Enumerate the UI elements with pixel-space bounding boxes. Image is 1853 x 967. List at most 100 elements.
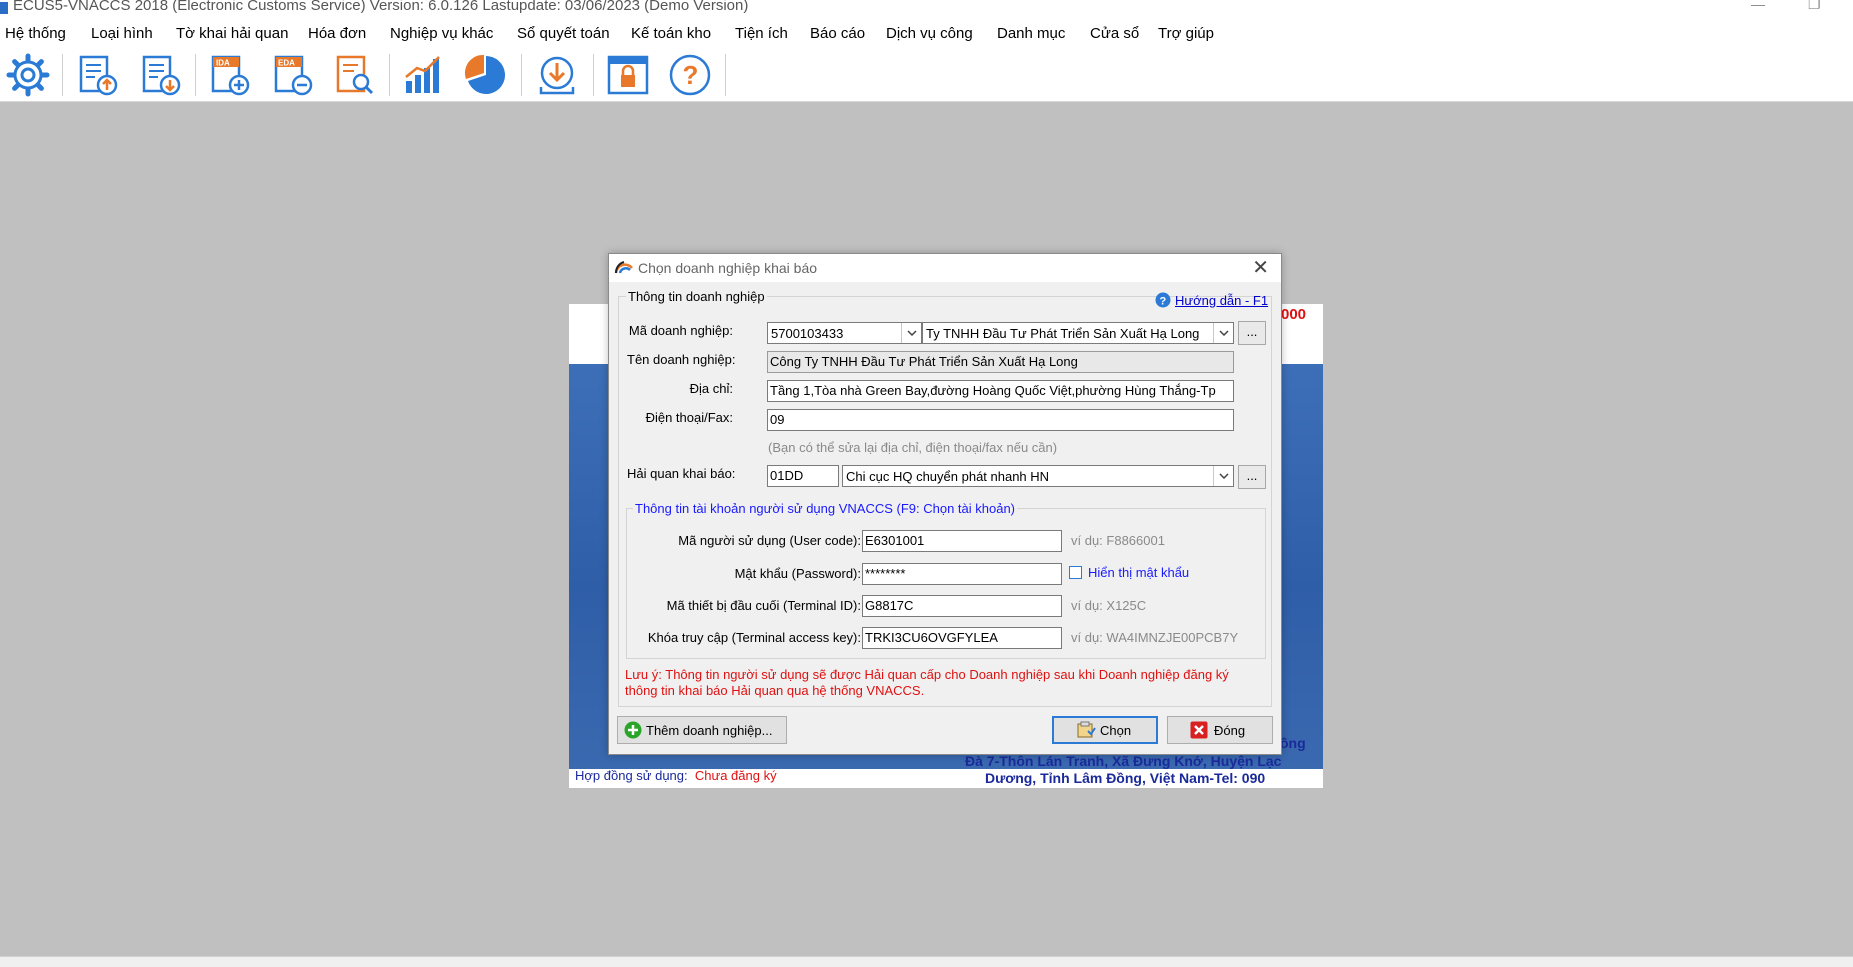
- account-group-label: Thông tin tài khoản người sử dụng VNACCS…: [633, 501, 1018, 516]
- chevron-down-icon[interactable]: [901, 323, 921, 343]
- menu-nghiep-vu-khac[interactable]: Nghiệp vụ khác: [390, 25, 493, 42]
- note-line1: Lưu ý: Thông tin người sử dụng sẽ được H…: [625, 667, 1229, 682]
- menu-bao-cao[interactable]: Báo cáo: [810, 25, 865, 42]
- taskbar-strip: [0, 956, 1853, 967]
- eda-label: EDA: [278, 59, 295, 68]
- pie-chart-icon[interactable]: [462, 52, 510, 98]
- add-company-label: Thêm doanh nghiệp...: [646, 722, 773, 738]
- upload-document-icon[interactable]: [73, 52, 121, 98]
- info-icon: ?: [1155, 292, 1171, 308]
- user-code-field[interactable]: E6301001: [862, 530, 1062, 552]
- menu-cua-so[interactable]: Cửa sổ: [1090, 25, 1139, 42]
- close-button[interactable]: Đóng: [1167, 716, 1273, 744]
- chevron-down-icon[interactable]: [1213, 466, 1233, 486]
- download-icon[interactable]: [533, 52, 581, 98]
- close-label: Đóng: [1214, 722, 1246, 738]
- svg-text:?: ?: [1160, 296, 1167, 308]
- customs-office-label: Hải quan khai báo:: [627, 466, 736, 481]
- menu-loai-hinh[interactable]: Loại hình: [91, 25, 153, 42]
- splash-fragment-year: 18: [1285, 340, 1308, 362]
- close-icon[interactable]: ✕: [1252, 255, 1269, 280]
- registration-note: Lưu ý: Thông tin người sử dụng sẽ được H…: [625, 667, 1229, 699]
- company-code-combo[interactable]: 5700103433: [767, 322, 922, 344]
- company-name-field[interactable]: Công Ty TNHH Đầu Tư Phát Triển Sản Xuất …: [767, 351, 1234, 373]
- terminal-id-label: Mã thiết bị đầu cuối (Terminal ID):: [666, 598, 861, 613]
- dialog-app-icon: [614, 260, 634, 277]
- company-browse-button[interactable]: ...: [1238, 321, 1266, 345]
- restore-icon[interactable]: ❐: [1808, 0, 1821, 13]
- splash-address-line2: Dương, Tỉnh Lâm Đồng, Việt Nam-Tel: 090: [985, 770, 1266, 786]
- customs-browse-button[interactable]: ...: [1238, 465, 1266, 489]
- customs-office-combo[interactable]: Chi cục HQ chuyển phát nhanh HN: [842, 465, 1234, 487]
- bar-chart-icon[interactable]: [399, 52, 447, 98]
- menu-to-khai-hai-quan[interactable]: Tờ khai hải quan: [176, 25, 288, 42]
- access-key-field[interactable]: TRKI3CU6OVGFYLEA: [862, 627, 1062, 649]
- note-line2: thông tin khai báo Hải quan qua hệ thống…: [625, 683, 925, 698]
- eda-remove-icon[interactable]: EDA: [268, 52, 316, 98]
- ida-add-icon[interactable]: IDA: [205, 52, 253, 98]
- customs-office-value: Chi cục HQ chuyển phát nhanh HN: [846, 469, 1050, 484]
- choose-icon: [1077, 721, 1096, 738]
- access-key-label: Khóa truy cập (Terminal access key):: [647, 630, 861, 645]
- menu-tien-ich[interactable]: Tiện ích: [735, 25, 788, 42]
- company-select-value: Ty TNHH Đầu Tư Phát Triển Sản Xuất Hạ Lo…: [926, 326, 1200, 341]
- splash-address-line1: Đà 7-Thôn Lán Tranh, Xã Đưng Knớ, Huyện …: [965, 753, 1282, 769]
- company-name-label: Tên doanh nghiệp:: [627, 352, 736, 367]
- user-code-label: Mã người sử dụng (User code):: [678, 533, 861, 548]
- choose-button[interactable]: Chọn: [1052, 716, 1158, 744]
- menu-bar: Hệ thống Loại hình Tờ khai hải quan Hóa …: [0, 18, 1853, 48]
- menu-he-thong[interactable]: Hệ thống: [5, 25, 66, 42]
- terminal-id-field[interactable]: G8817C: [862, 595, 1062, 617]
- help-link[interactable]: ? Hướng dẫn - F1: [1155, 292, 1268, 308]
- menu-danh-muc[interactable]: Danh mục: [997, 25, 1065, 42]
- close-x-icon: [1190, 721, 1208, 739]
- toolbar: IDA EDA ?: [0, 48, 1853, 102]
- menu-hoa-don[interactable]: Hóa đơn: [308, 25, 366, 42]
- company-select-combo[interactable]: Ty TNHH Đầu Tư Phát Triển Sản Xuất Hạ Lo…: [922, 322, 1234, 344]
- phone-fax-field[interactable]: 09: [767, 409, 1234, 431]
- menu-tro-giup[interactable]: Trợ giúp: [1158, 25, 1214, 42]
- chevron-down-icon[interactable]: [1213, 323, 1233, 343]
- help-icon[interactable]: ?: [666, 52, 714, 98]
- menu-dich-vu-cong[interactable]: Dịch vụ công: [886, 25, 973, 42]
- choose-company-dialog: Chọn doanh nghiệp khai báo ✕ Thông tin d…: [608, 253, 1282, 755]
- password-field[interactable]: ********: [862, 563, 1062, 585]
- customs-code-field[interactable]: 01DD: [767, 465, 839, 487]
- menu-so-quyet-toan[interactable]: Sổ quyết toán: [517, 25, 610, 42]
- show-password-label: Hiển thị mật khẩu: [1088, 565, 1190, 580]
- user-code-example: ví dụ: F8866001: [1071, 533, 1165, 548]
- search-document-icon[interactable]: [330, 52, 378, 98]
- company-code-label: Mã doanh nghiệp:: [628, 323, 733, 338]
- show-password-checkbox[interactable]: [1069, 566, 1082, 579]
- svg-text:?: ?: [683, 60, 699, 90]
- show-password-toggle[interactable]: Hiển thị mật khẩu: [1069, 565, 1189, 580]
- gear-icon[interactable]: [4, 52, 52, 98]
- access-key-example: ví dụ: WA4IMNZJE00PCB7Y: [1071, 630, 1239, 645]
- splash-fragment-text: ồng: [1280, 735, 1306, 751]
- toolbar-separator: [521, 54, 522, 96]
- add-icon: [624, 721, 642, 739]
- address-field[interactable]: Tầng 1,Tòa nhà Green Bay,đường Hoàng Quố…: [767, 380, 1234, 402]
- choose-label: Chọn: [1100, 722, 1132, 738]
- menu-ke-toan-kho[interactable]: Kế toán kho: [631, 25, 711, 42]
- add-company-button[interactable]: Thêm doanh nghiệp...: [617, 716, 787, 744]
- window-title: ECUS5-VNACCS 2018 (Electronic Customs Se…: [13, 0, 749, 14]
- download-document-icon[interactable]: [136, 52, 184, 98]
- company-group-label: Thông tin doanh nghiệp: [626, 289, 767, 304]
- toolbar-separator: [62, 54, 63, 96]
- toolbar-separator: [725, 54, 726, 96]
- address-label: Địa chỉ:: [689, 381, 733, 396]
- contract-status: Hợp đồng sử dụng: Chưa đăng ký: [575, 768, 777, 783]
- phone-fax-label: Điện thoại/Fax:: [645, 410, 733, 425]
- splash-fragment-red: 000: [1281, 306, 1307, 323]
- dialog-title: Chọn doanh nghiệp khai báo: [638, 260, 818, 276]
- terminal-id-example: ví dụ: X125C: [1071, 598, 1147, 613]
- contract-label: Hợp đồng sử dụng:: [575, 768, 688, 783]
- toolbar-separator: [389, 54, 390, 96]
- minimize-icon[interactable]: —: [1751, 0, 1765, 12]
- password-label: Mật khẩu (Password):: [734, 566, 861, 581]
- lock-icon[interactable]: [604, 52, 652, 98]
- company-code-value: 5700103433: [771, 326, 844, 341]
- ida-label: IDA: [216, 59, 230, 68]
- help-link-text[interactable]: Hướng dẫn - F1: [1175, 293, 1268, 308]
